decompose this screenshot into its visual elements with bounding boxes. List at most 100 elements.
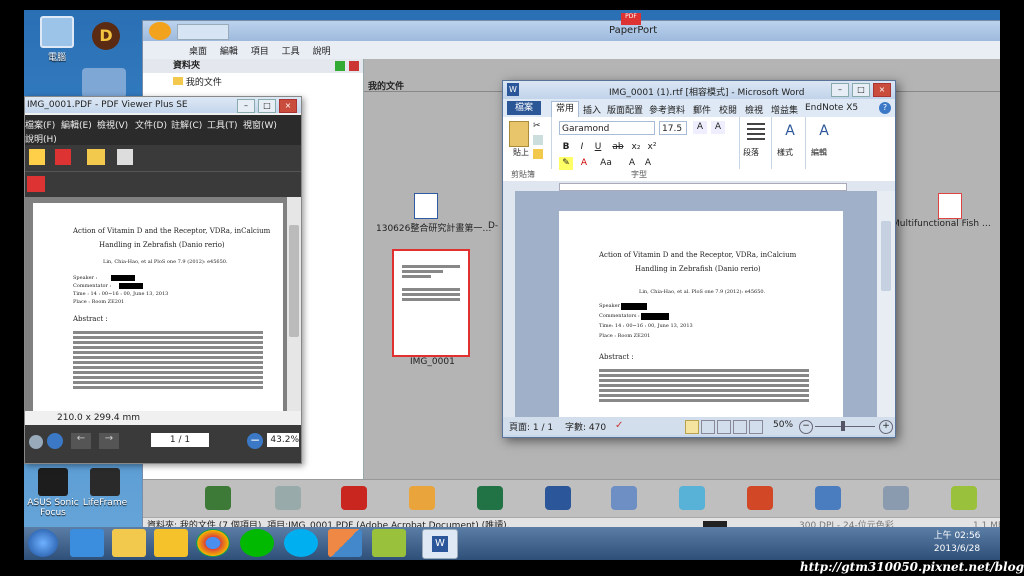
ruler[interactable] <box>503 181 895 191</box>
paint-icon[interactable] <box>409 486 435 510</box>
word-app-icon[interactable]: W <box>507 83 519 96</box>
word-doc-thumb-icon[interactable] <box>414 193 438 219</box>
word-vertical-scrollbar[interactable] <box>877 191 895 417</box>
font-color-button[interactable]: A <box>577 157 591 170</box>
file-explorer-icon[interactable] <box>112 529 146 557</box>
word-page[interactable]: Action of Vitamin D and the Receptor, VD… <box>559 211 843 417</box>
status-page[interactable]: 頁面: 1 / 1 <box>509 420 553 433</box>
page-number-input[interactable]: 1 / 1 <box>151 433 209 447</box>
outline-button[interactable] <box>733 420 747 434</box>
start-button[interactable] <box>28 529 58 557</box>
chrome-icon[interactable] <box>196 529 230 557</box>
menu-help[interactable]: 說明(H) <box>25 132 57 145</box>
paste-icon[interactable] <box>509 121 529 147</box>
menu-tools[interactable]: 工具 <box>282 44 300 57</box>
menu-file[interactable]: 檔案(F) <box>25 118 55 131</box>
powerpoint-icon[interactable] <box>747 486 773 510</box>
strikethrough-button[interactable]: ab <box>611 141 625 154</box>
paragraph-icon[interactable] <box>747 123 765 143</box>
tab-addins[interactable]: 增益集 <box>771 103 798 116</box>
menu-edit[interactable]: 編輯(E) <box>61 118 92 131</box>
zoom-out-button[interactable]: − <box>799 420 813 434</box>
font-grow-icon[interactable]: A <box>693 121 707 134</box>
tab-file[interactable]: 檔案 <box>507 101 541 115</box>
scrollbar-thumb[interactable] <box>289 225 299 337</box>
help-icon[interactable]: ? <box>879 102 891 114</box>
status-words[interactable]: 字數: 470 <box>565 420 606 433</box>
hexagon-app-icon[interactable] <box>372 529 406 557</box>
tab-layout[interactable]: 版面配置 <box>607 103 643 116</box>
pdf-viewer-titlebar[interactable]: IMG_0001.PDF - PDF Viewer Plus SE – □ × <box>25 97 301 113</box>
prev-page-button[interactable]: ← <box>71 433 91 449</box>
styles-icon[interactable]: A <box>781 123 799 143</box>
folder-tree-item[interactable]: 我的文件 <box>173 75 222 88</box>
format-painter-icon[interactable] <box>533 149 543 159</box>
zoom-level[interactable]: 50% <box>773 420 793 430</box>
back-icon[interactable] <box>47 433 63 449</box>
copy-icon[interactable] <box>533 135 543 145</box>
web-layout-button[interactable] <box>717 420 731 434</box>
lifeframe-desktop-icon[interactable]: LifeFrame <box>76 468 134 508</box>
find-icon[interactable]: A <box>815 123 833 143</box>
tab-mailings[interactable]: 郵件 <box>693 103 711 116</box>
image-icon[interactable] <box>611 486 637 510</box>
proofing-icon[interactable]: ✓ <box>615 420 627 432</box>
flag-icon[interactable] <box>27 176 45 192</box>
edit-icon[interactable] <box>29 149 45 165</box>
quick-access-toolbar[interactable] <box>525 84 585 96</box>
evernote-icon[interactable] <box>205 486 231 510</box>
zoom-in-button[interactable]: + <box>879 420 893 434</box>
next-page-button[interactable]: → <box>99 433 119 449</box>
pdf-icon[interactable] <box>55 149 71 165</box>
maximize-button[interactable]: □ <box>258 99 276 113</box>
internet-explorer-icon[interactable] <box>70 529 104 557</box>
ok-icon[interactable] <box>335 61 345 71</box>
fax-icon[interactable] <box>883 486 909 510</box>
pdf-thumb-selected[interactable] <box>392 249 470 357</box>
close-button[interactable]: × <box>279 99 297 113</box>
acrobat-icon[interactable] <box>341 486 367 510</box>
paperport-app-icon[interactable] <box>149 22 171 40</box>
line-icon[interactable] <box>240 529 274 557</box>
print-layout-button[interactable] <box>685 420 699 434</box>
subscript-button[interactable]: x₂ <box>629 141 643 154</box>
menu-tools[interactable]: 工具(T) <box>207 118 238 131</box>
tab-review[interactable]: 校閱 <box>719 103 737 116</box>
bold-button[interactable]: B <box>559 141 573 154</box>
font-name-select[interactable]: Garamond <box>559 121 655 135</box>
system-tray[interactable] <box>790 535 920 551</box>
skype-icon[interactable] <box>284 529 318 557</box>
zoom-slider[interactable] <box>815 426 875 427</box>
highlight-button[interactable]: ✎ <box>559 157 573 170</box>
word-icon[interactable] <box>545 486 571 510</box>
app-icon[interactable] <box>154 529 188 557</box>
ppt-doc-thumb-icon[interactable] <box>938 193 962 219</box>
menu-view[interactable]: 檢視(V) <box>97 118 128 131</box>
gear-icon[interactable] <box>29 435 43 449</box>
menu-desktop[interactable]: 桌面 <box>189 44 207 57</box>
maximize-button[interactable]: □ <box>852 83 870 97</box>
zoom-out-button[interactable]: − <box>247 433 263 449</box>
computer-desktop-icon[interactable]: 電腦 <box>28 16 86 63</box>
scrollbar-thumb[interactable] <box>881 221 891 291</box>
full-screen-button[interactable] <box>701 420 715 434</box>
font-size-select[interactable]: 17.5 <box>659 121 687 135</box>
printer-icon[interactable] <box>275 486 301 510</box>
quick-access-toolbar[interactable] <box>177 24 229 40</box>
close-button[interactable]: × <box>873 83 891 97</box>
menu-comment[interactable]: 註解(C) <box>171 118 202 131</box>
draft-button[interactable] <box>749 420 763 434</box>
notepad-icon[interactable] <box>679 486 705 510</box>
word-taskbar-icon[interactable]: W <box>422 529 458 559</box>
close-icon[interactable] <box>349 61 359 71</box>
italic-button[interactable]: I <box>575 141 589 154</box>
tab-endnote[interactable]: EndNote X5 <box>805 103 858 113</box>
asus-sonic-focus-desktop-icon[interactable]: ASUS Sonic Focus <box>24 468 82 518</box>
gadget-icon[interactable] <box>82 68 126 98</box>
ftp-icon[interactable] <box>815 486 841 510</box>
superscript-button[interactable]: x² <box>645 141 659 154</box>
tab-insert[interactable]: 插入 <box>583 103 601 116</box>
excel-icon[interactable] <box>477 486 503 510</box>
vertical-scrollbar[interactable] <box>287 197 301 411</box>
cut-icon[interactable]: ✂ <box>533 121 543 131</box>
